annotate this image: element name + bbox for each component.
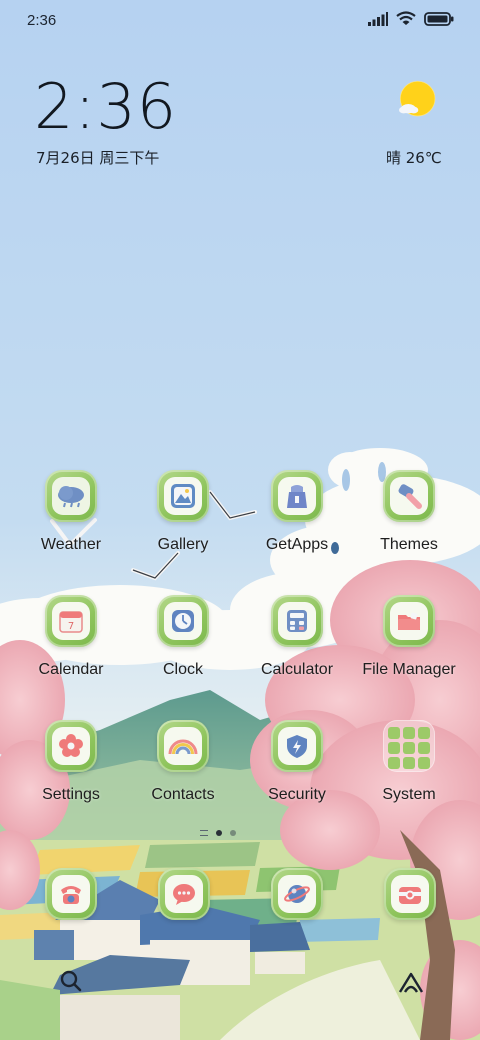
calendar-icon: 7: [59, 611, 83, 633]
cloud-rain-icon: [58, 486, 84, 508]
app-label: Calendar: [38, 661, 104, 678]
app-tile: [271, 868, 323, 920]
dock-camera[interactable]: [384, 868, 436, 920]
app-label: System: [382, 786, 436, 803]
app-label: Clock: [162, 661, 203, 678]
app-label: Calculator: [260, 661, 334, 678]
signal-icon: [368, 11, 388, 26]
clock-time: 2:36: [34, 70, 178, 143]
folder-app: [418, 742, 430, 754]
app-tile: [157, 470, 209, 522]
wifi-icon: [396, 11, 416, 25]
app-label: Settings: [42, 786, 100, 803]
app-label: Themes: [380, 536, 438, 553]
app-vault-icon: [398, 972, 424, 993]
app-settings[interactable]: Settings: [14, 720, 128, 820]
app-tile: [271, 595, 323, 647]
calculator-icon: [287, 610, 307, 632]
phone-icon: [61, 886, 81, 904]
search-icon: [60, 970, 82, 992]
message-icon: [173, 884, 195, 905]
app-clock[interactable]: Clock: [126, 595, 240, 695]
app-label: GetApps: [265, 536, 329, 553]
app-tile: 7: [45, 595, 97, 647]
folder-app: [388, 742, 400, 754]
dock-phone[interactable]: [45, 868, 97, 920]
app-system-folder[interactable]: System: [352, 720, 466, 820]
app-tile: [157, 720, 209, 772]
picture-icon: [171, 484, 195, 508]
browser-icon: [284, 885, 310, 903]
app-calculator[interactable]: Calculator: [240, 595, 354, 695]
app-themes[interactable]: Themes: [352, 470, 466, 570]
app-security[interactable]: Security: [240, 720, 354, 820]
app-tile: [45, 868, 97, 920]
camera-icon: [399, 887, 421, 904]
app-tile: [158, 868, 210, 920]
page-indicator[interactable]: [200, 830, 236, 836]
paint-brush-icon: [398, 484, 422, 509]
app-calendar[interactable]: 7 Calendar: [14, 595, 128, 695]
app-label: File Manager: [362, 661, 456, 678]
clock-date: 7月26日 周三下午: [36, 149, 160, 167]
status-icons: [368, 11, 454, 26]
status-time: 2:36: [27, 12, 57, 29]
clock-icon: [172, 610, 194, 632]
app-tile: [271, 720, 323, 772]
page-dot-active: [216, 830, 222, 836]
app-tile: [45, 720, 97, 772]
flower-gear-icon: [59, 734, 83, 757]
app-file-manager[interactable]: File Manager: [352, 595, 466, 695]
search-button[interactable]: [56, 966, 86, 996]
app-label: Security: [268, 786, 326, 803]
weather-text: 晴 26℃: [386, 149, 442, 167]
shopping-bag-icon: [287, 485, 307, 508]
app-tile: [384, 868, 436, 920]
status-bar: 2:36: [0, 0, 480, 42]
rainbow-icon: [168, 739, 198, 755]
app-label: Weather: [40, 536, 102, 553]
folder-app: [403, 757, 415, 769]
dock-messaging[interactable]: [158, 868, 210, 920]
app-vault-button[interactable]: [396, 968, 426, 998]
folder-grid-icon: [383, 720, 435, 772]
folder-app: [418, 757, 430, 769]
svg-text:7: 7: [68, 621, 74, 632]
folder-icon: [398, 612, 420, 630]
shield-bolt-icon: [287, 735, 307, 758]
folder-app: [418, 727, 430, 739]
app-getapps[interactable]: GetApps: [240, 470, 354, 570]
app-tile: [271, 470, 323, 522]
folder-app: [388, 757, 400, 769]
app-label: Contacts: [151, 786, 215, 803]
dock-browser[interactable]: [271, 868, 323, 920]
app-label: Gallery: [157, 536, 209, 553]
page-dot: [230, 830, 236, 836]
minus-one-screen-icon: [200, 830, 208, 836]
app-tile: [383, 470, 435, 522]
folder-app: [403, 727, 415, 739]
app-tile: [157, 595, 209, 647]
app-tile: [45, 470, 97, 522]
sun-with-cloud-icon: [399, 81, 436, 117]
folder-app: [388, 727, 400, 739]
app-gallery[interactable]: Gallery: [126, 470, 240, 570]
app-contacts[interactable]: Contacts: [126, 720, 240, 820]
app-tile: [383, 595, 435, 647]
app-weather[interactable]: Weather: [14, 470, 128, 570]
battery-icon: [424, 11, 454, 26]
folder-app: [403, 742, 415, 754]
